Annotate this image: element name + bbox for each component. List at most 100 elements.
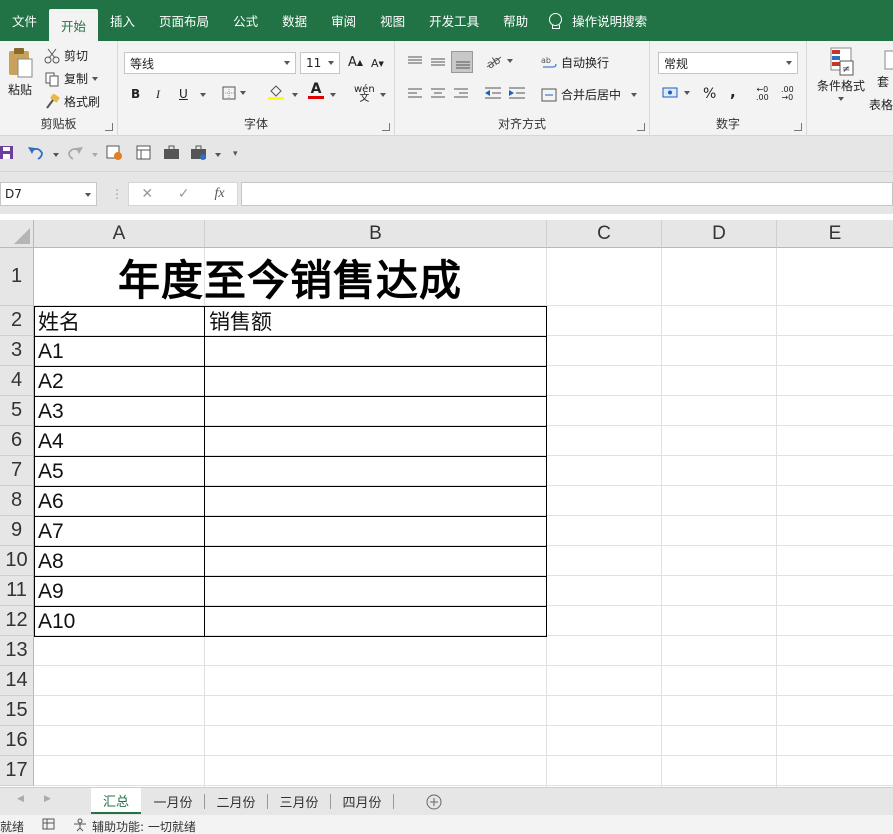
chevron-down-icon[interactable] <box>85 193 91 197</box>
increase-font-icon[interactable]: A ▲ <box>348 55 363 70</box>
toolkit-icon[interactable] <box>190 145 208 161</box>
clipboard-launcher-icon[interactable] <box>105 123 113 131</box>
chevron-down-icon[interactable] <box>292 93 298 97</box>
increase-indent-icon[interactable] <box>508 86 526 100</box>
tab-insert[interactable]: 插入 <box>98 0 147 41</box>
add-sheet-icon[interactable] <box>426 794 442 810</box>
orientation-button[interactable]: ab <box>485 53 513 69</box>
sales-cell[interactable] <box>205 426 546 456</box>
row-header-14[interactable]: 14 <box>0 666 34 696</box>
scroll-prev-sheet-icon[interactable]: ◀ <box>17 794 24 804</box>
cancel-formula-button[interactable]: ✕ <box>141 186 153 202</box>
macro-record-icon[interactable] <box>42 818 56 831</box>
row-header-8[interactable]: 8 <box>0 486 34 516</box>
row-header-17[interactable]: 17 <box>0 756 34 786</box>
chevron-down-icon[interactable] <box>380 93 386 97</box>
number-format-select[interactable]: 常规 <box>658 52 798 74</box>
chevron-down-icon[interactable] <box>53 153 59 157</box>
sheet-tab-january[interactable]: 一月份 <box>143 788 203 814</box>
column-header-a[interactable]: A <box>34 220 205 248</box>
scroll-next-sheet-icon[interactable]: ▶ <box>44 794 51 804</box>
number-launcher-icon[interactable] <box>794 123 802 131</box>
tab-page-layout[interactable]: 页面布局 <box>147 0 221 41</box>
sales-cell[interactable] <box>205 516 546 546</box>
copy-button[interactable]: 复制 <box>44 70 99 87</box>
border-button[interactable] <box>222 86 246 100</box>
tab-home[interactable]: 开始 <box>49 9 99 41</box>
customize-qat-icon[interactable]: ▾ <box>233 149 238 159</box>
name-cell[interactable]: A3 <box>34 396 204 426</box>
select-all-button[interactable] <box>0 220 34 248</box>
worksheet-grid[interactable]: A B C D E 年度至今销售达成 姓名 销售额 A1 A2 A3 A4 A5 A6 A7… <box>0 220 893 787</box>
sales-cell[interactable] <box>205 336 546 366</box>
formula-input[interactable] <box>241 182 893 206</box>
sales-cell[interactable] <box>205 456 546 486</box>
align-bottom-button[interactable] <box>451 51 473 73</box>
name-cell[interactable]: A1 <box>34 336 204 366</box>
briefcase-icon[interactable] <box>163 145 181 161</box>
format-painter-button[interactable]: 格式刷 <box>44 93 100 110</box>
row-header-12[interactable]: 12 <box>0 606 34 636</box>
align-left-icon[interactable] <box>407 87 423 99</box>
merge-center-button[interactable]: 合并后居中 <box>541 86 638 103</box>
redo-icon[interactable] <box>66 145 84 161</box>
name-cell[interactable]: A2 <box>34 366 204 396</box>
sheet-tab-summary[interactable]: 汇总 <box>91 788 141 814</box>
row-header-9[interactable]: 9 <box>0 516 34 546</box>
header-cell-name[interactable]: 姓名 <box>34 306 204 336</box>
save-icon[interactable] <box>0 146 14 160</box>
name-cell[interactable]: A7 <box>34 516 204 546</box>
decrease-indent-icon[interactable] <box>484 86 502 100</box>
tab-view[interactable]: 视图 <box>368 0 417 41</box>
sheet-tab-april[interactable]: 四月份 <box>332 788 392 814</box>
format-as-table-button[interactable]: 套 <box>875 49 893 90</box>
bold-button[interactable]: B <box>131 87 140 101</box>
name-cell[interactable]: A8 <box>34 546 204 576</box>
column-header-c[interactable]: C <box>547 220 662 248</box>
font-name-select[interactable]: 等线 <box>124 52 296 74</box>
align-center-icon[interactable] <box>430 87 446 99</box>
row-header-1[interactable]: 1 <box>0 248 34 306</box>
tab-formulas[interactable]: 公式 <box>221 0 270 41</box>
fill-color-button[interactable] <box>268 85 284 100</box>
font-size-select[interactable]: 11 <box>300 52 340 74</box>
font-launcher-icon[interactable] <box>382 123 390 131</box>
align-middle-icon[interactable] <box>430 56 446 68</box>
increase-decimal-icon[interactable]: ←0.00 <box>756 86 769 102</box>
sales-cell[interactable] <box>205 606 546 636</box>
row-header-4[interactable]: 4 <box>0 366 34 396</box>
name-cell[interactable]: A5 <box>34 456 204 486</box>
row-header-2[interactable]: 2 <box>0 306 34 336</box>
undo-icon[interactable] <box>27 145 45 161</box>
chevron-down-icon[interactable] <box>330 93 336 97</box>
underline-button[interactable]: U <box>179 87 188 101</box>
italic-button[interactable]: I <box>156 87 160 102</box>
tab-file[interactable]: 文件 <box>0 0 49 41</box>
form-icon[interactable] <box>106 145 122 161</box>
sheet-tab-march[interactable]: 三月份 <box>269 788 329 814</box>
decrease-decimal-icon[interactable]: .00 →0 <box>781 86 794 102</box>
name-cell[interactable]: A10 <box>34 606 204 636</box>
row-header-5[interactable]: 5 <box>0 396 34 426</box>
row-header-13[interactable]: 13 <box>0 636 34 666</box>
cut-button[interactable]: 剪切 <box>44 47 88 64</box>
enter-formula-button[interactable]: ✓ <box>178 186 190 202</box>
align-top-icon[interactable] <box>407 55 423 67</box>
name-cell[interactable]: A4 <box>34 426 204 456</box>
sales-cell[interactable] <box>205 576 546 606</box>
chevron-down-icon[interactable] <box>92 153 98 157</box>
row-header-6[interactable]: 6 <box>0 426 34 456</box>
tell-me-search[interactable]: 操作说明搜索 <box>540 0 659 41</box>
paste-button[interactable]: 粘贴 <box>6 47 34 98</box>
tab-review[interactable]: 审阅 <box>319 0 368 41</box>
insert-function-button[interactable]: fx <box>214 186 224 202</box>
sales-cell[interactable] <box>205 486 546 516</box>
column-header-d[interactable]: D <box>662 220 777 248</box>
row-header-15[interactable]: 15 <box>0 696 34 726</box>
column-header-e[interactable]: E <box>777 220 893 248</box>
tab-data[interactable]: 数据 <box>270 0 319 41</box>
name-box[interactable]: D7 <box>0 182 97 206</box>
table-icon[interactable] <box>136 145 152 161</box>
sheet-tab-february[interactable]: 二月份 <box>206 788 266 814</box>
conditional-format-button[interactable]: ≠ 条件格式 <box>817 47 865 101</box>
